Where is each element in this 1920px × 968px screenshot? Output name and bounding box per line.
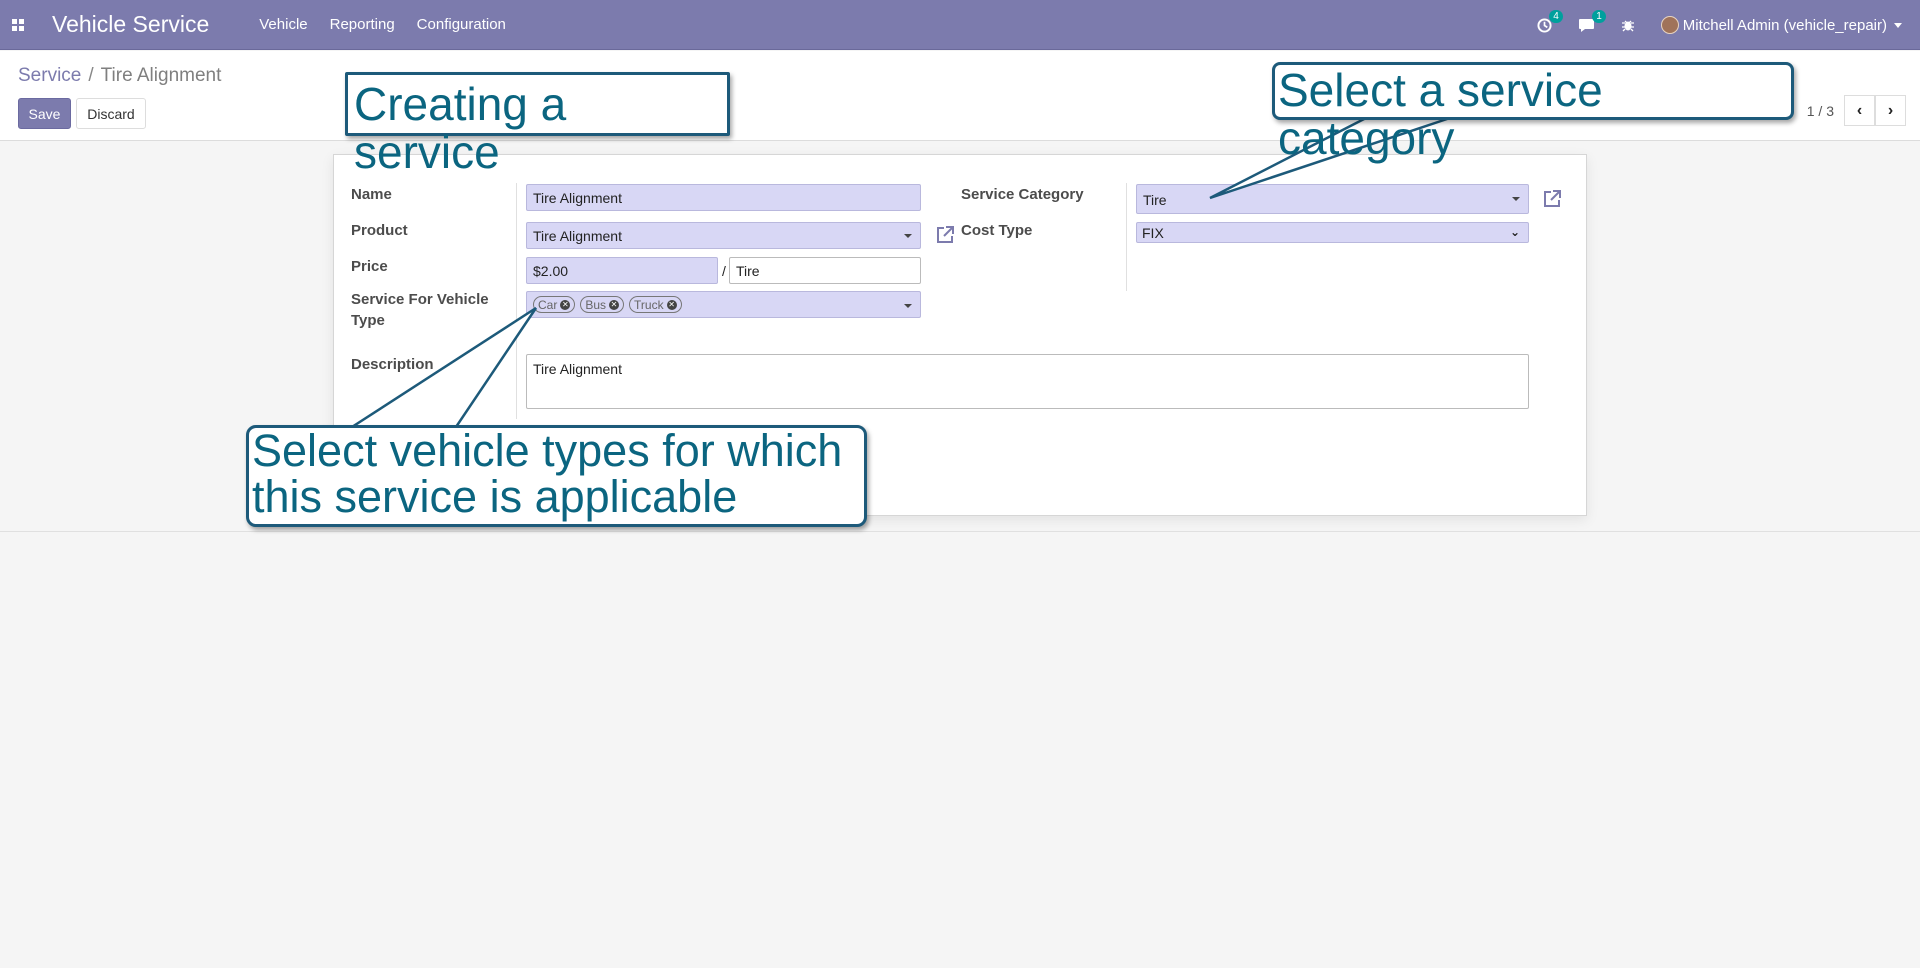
debug-button[interactable]	[1621, 18, 1635, 32]
top-navbar: Vehicle Service Vehicle Reporting Config…	[0, 0, 1920, 50]
activity-button[interactable]: 4	[1537, 9, 1563, 33]
tag-car: Car ✕	[533, 296, 576, 313]
external-link-icon[interactable]	[1541, 188, 1563, 210]
tag-truck-label: Truck	[634, 297, 664, 312]
price-input[interactable]: $2.00	[526, 257, 718, 284]
vehicle-type-label: Service For Vehicle Type	[351, 291, 489, 329]
price-separator: /	[722, 263, 726, 279]
chevron-down-icon	[1894, 22, 1902, 28]
divider	[516, 183, 517, 419]
user-menu[interactable]: Mitchell Admin (vehicle_repair)	[1660, 16, 1902, 34]
bug-icon	[1621, 20, 1634, 32]
tag-bus-label: Bus	[585, 297, 607, 312]
cost-type-select[interactable]: FIX ⌄	[1136, 222, 1529, 243]
callout-title: Creating a service	[345, 72, 730, 176]
user-name: Mitchell Admin (vehicle_repair)	[1682, 16, 1887, 34]
menu-vehicle[interactable]: Vehicle	[259, 16, 307, 33]
breadcrumb-separator: /	[88, 65, 94, 86]
chevron-down-icon: ⌄	[1509, 225, 1520, 239]
cost-type-label: Cost Type	[961, 222, 1033, 239]
tag-car-label: Car	[538, 297, 558, 312]
caret-down-icon	[1512, 197, 1520, 201]
cost-type-value: FIX	[1142, 225, 1164, 241]
messages-button[interactable]: 1	[1578, 9, 1606, 33]
callout-vehicle-hint-line1: Select vehicle types for which	[252, 425, 843, 476]
chevron-right-icon: ›	[1887, 101, 1894, 119]
avatar	[1660, 16, 1679, 34]
breadcrumb-current: Tire Alignment	[100, 65, 222, 86]
pager-next-button[interactable]: ›	[1875, 95, 1906, 126]
apps-menu-icon[interactable]	[0, 0, 36, 50]
pager-value[interactable]: 1 / 3	[1807, 103, 1834, 119]
menu-configuration[interactable]: Configuration	[417, 16, 506, 33]
price-unit-input[interactable]: Tire	[729, 257, 921, 284]
vehicle-type-label-line2: Type	[351, 312, 385, 329]
callout-vehicle-hint-line2: this service is applicable	[252, 471, 738, 522]
category-value: Tire	[1143, 192, 1167, 208]
tag-bus: Bus ✕	[580, 296, 625, 313]
price-label: Price	[351, 258, 388, 275]
category-label: Service Category	[961, 186, 1084, 203]
description-label: Description	[351, 356, 434, 373]
messages-count-badge: 1	[1592, 9, 1606, 23]
caret-down-icon	[904, 304, 912, 308]
menu-reporting[interactable]: Reporting	[330, 16, 395, 33]
breadcrumb: Service / Tire Alignment	[18, 65, 221, 87]
product-value: Tire Alignment	[533, 228, 622, 244]
callout-vehicle-hint: Select vehicle types for which this serv…	[246, 425, 867, 527]
vehicle-type-tags-input[interactable]: Car ✕ Bus ✕ Truck ✕	[526, 291, 921, 318]
discard-button[interactable]: Discard	[76, 98, 146, 129]
close-icon[interactable]: ✕	[560, 299, 571, 310]
activity-count-badge: 4	[1549, 9, 1563, 23]
name-label: Name	[351, 186, 392, 203]
save-button[interactable]: Save	[18, 98, 71, 129]
close-icon[interactable]: ✕	[609, 299, 620, 310]
product-label: Product	[351, 222, 408, 239]
caret-down-icon	[904, 234, 912, 238]
divider	[1126, 183, 1127, 291]
category-select[interactable]: Tire	[1136, 184, 1529, 214]
name-input[interactable]: Tire Alignment	[526, 184, 921, 211]
external-link-icon[interactable]	[934, 224, 956, 246]
product-select[interactable]: Tire Alignment	[526, 222, 921, 249]
close-icon[interactable]: ✕	[666, 299, 677, 310]
breadcrumb-parent[interactable]: Service	[18, 65, 81, 86]
pager-previous-button[interactable]: ‹	[1844, 95, 1875, 126]
callout-category-hint: Select a service category	[1272, 62, 1794, 162]
chevron-left-icon: ‹	[1856, 101, 1863, 119]
app-title[interactable]: Vehicle Service	[52, 11, 209, 38]
description-textarea[interactable]: Tire Alignment	[526, 354, 1529, 409]
vehicle-type-label-line1: Service For Vehicle	[351, 291, 489, 308]
tag-truck: Truck ✕	[629, 296, 682, 313]
